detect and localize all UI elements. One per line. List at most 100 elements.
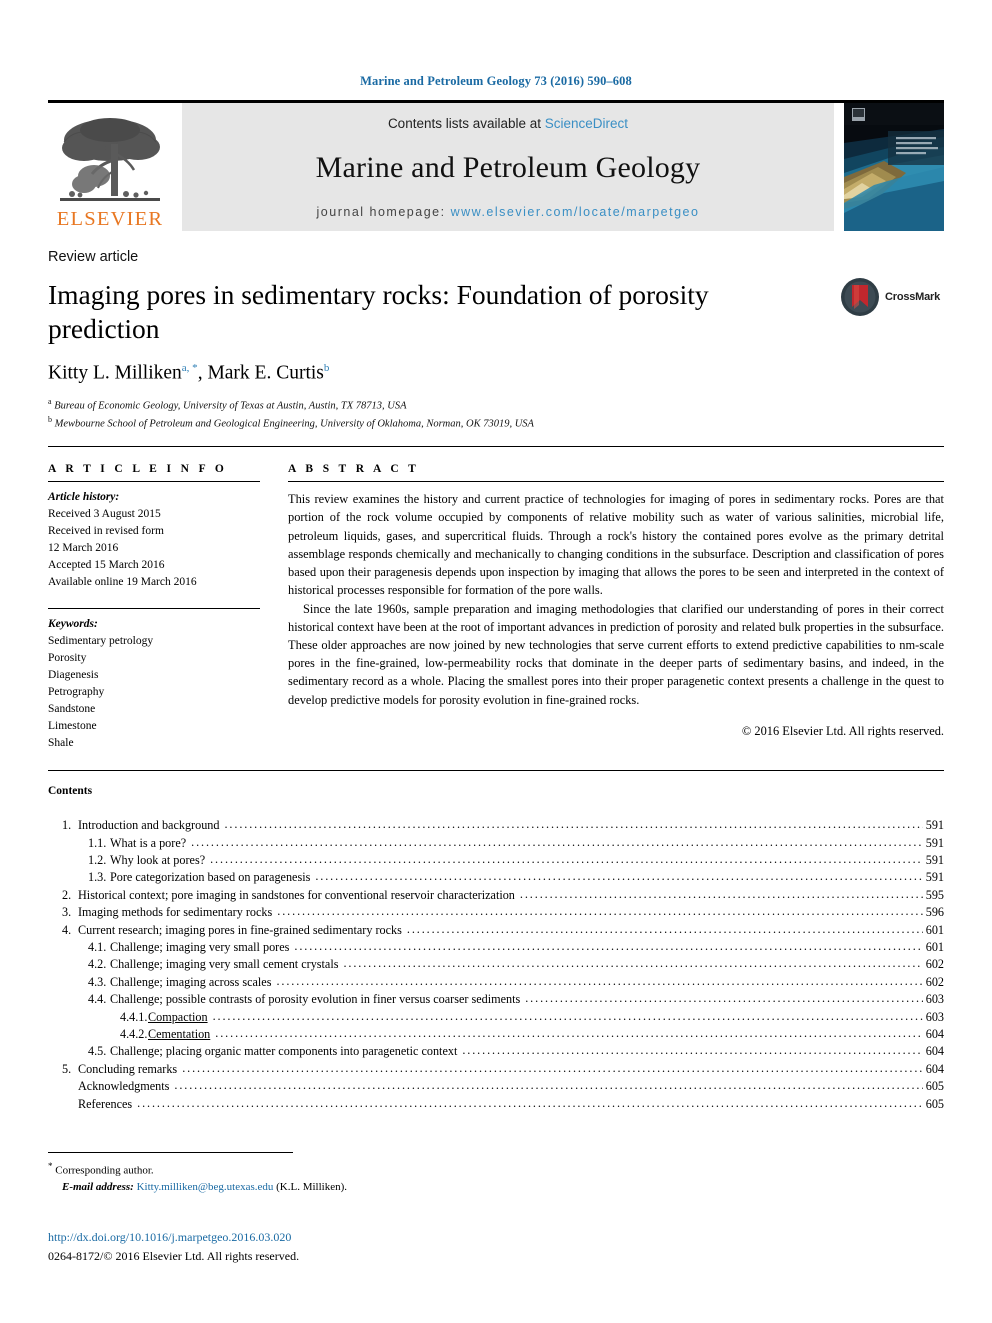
toc-entry-page: 601 [925,940,944,955]
toc-entry-label[interactable]: Compaction [148,1010,213,1022]
abstract-column: A B S T R A C T This review examines the… [288,463,944,752]
toc-leader-dots: ........................................… [525,992,922,1005]
doi-link[interactable]: http://dx.doi.org/10.1016/j.marpetgeo.20… [48,1228,299,1247]
toc-entry[interactable]: 3. Imaging methods for sedimentary rocks.… [48,905,944,918]
toc-leader-dots: ........................................… [215,1027,923,1040]
toc-entry[interactable]: 4.4.1. Compaction........................… [48,1010,944,1023]
toc-entry[interactable]: 1.3. Pore categorization based on paragen… [48,870,944,885]
toc-entry-page: 605 [925,1096,944,1111]
toc-entry-label[interactable]: Cementation [148,1028,215,1040]
toc-entry-page: 604 [925,1061,944,1076]
toc-entry-label: Acknowledgments [78,1079,170,1094]
email-label: E-mail address: [62,1181,134,1194]
journal-banner: Contents lists available at ScienceDirec… [182,103,834,231]
toc-entry[interactable]: 1.2. Why look at pores?..................… [48,853,944,868]
toc-entry[interactable]: 4.4.2. Cementation.......................… [48,1027,944,1041]
corresponding-author-note: * Corresponding author. [48,1160,668,1179]
history-item: Received 3 August 2015 [48,508,161,521]
history-item: 12 March 2016 [48,542,119,555]
toc-entry[interactable]: 1. Introduction and background...........… [48,818,944,833]
toc-entry-number: 1. [62,818,72,833]
toc-entry-number: 1.3. [88,870,107,885]
abstract-body: This review examines the history and cur… [288,482,944,740]
crossmark-badge[interactable]: CrossMark [840,277,944,317]
toc-leader-dots: ........................................… [406,922,923,935]
corresponding-author-text: Corresponding author. [55,1164,154,1177]
elsevier-wordmark: ELSEVIER [56,207,164,230]
toc-entry-page: 603 [925,992,944,1007]
email-link[interactable]: Kitty.milliken@beg.utexas.edu [137,1181,274,1193]
toc-leader-dots: ........................................… [182,1061,923,1074]
toc-leader-dots: ........................................… [315,870,923,883]
contents-heading: Contents [48,785,93,798]
toc-leader-dots: ........................................… [462,1044,923,1057]
toc-entry-number: 4.4.2. [120,1027,148,1041]
toc-entry-number: 1.2. [88,853,107,868]
elsevier-tree-icon [54,114,166,210]
toc-entry-page: 604 [925,1027,944,1041]
asterisk-icon: * [48,1161,53,1171]
toc-leader-dots: ........................................… [224,818,922,831]
title-block: Imaging pores in sedimentary rocks: Foun… [48,265,944,432]
footnotes: * Corresponding author. E-mail address: … [48,1160,668,1196]
toc-entry[interactable]: References..............................… [48,1096,944,1111]
toc-entry-page: 591 [925,853,944,868]
journal-title: Marine and Petroleum Geology [315,151,701,184]
abstract-copyright: © 2016 Elsevier Ltd. All rights reserved… [741,723,944,738]
toc-entry-number: 4. [62,922,72,937]
doi-block: http://dx.doi.org/10.1016/j.marpetgeo.20… [48,1228,299,1265]
toc-entry-page: 591 [925,870,944,885]
article-info-column: A R T I C L E I N F O Article history: R… [48,463,288,752]
crossmark-icon [841,278,879,316]
toc-entry-label: Challenge; placing organic matter compon… [110,1044,458,1059]
contents-lists-line: Contents lists available at ScienceDirec… [388,116,628,131]
toc-entry-page: 591 [925,835,944,850]
toc-leader-dots: ........................................… [343,957,923,970]
toc-entry[interactable]: Acknowledgments.........................… [48,1079,944,1094]
article-first-page: Marine and Petroleum Geology 73 (2016) 5… [0,0,992,1323]
keywords-block: Keywords: Sedimentary petrology Porosity… [48,609,260,752]
history-item: Available online 19 March 2016 [48,576,197,589]
toc-leader-dots: ........................................… [174,1079,922,1092]
journal-homepage-url[interactable]: www.elsevier.com/locate/marpetgeo [451,205,700,219]
toc-entry[interactable]: 1.1. What is a pore?.....................… [48,835,944,850]
affiliations: a Bureau of Economic Geology, University… [48,396,824,433]
toc-entry-number: 4.1. [88,940,107,955]
toc-entry-number: 4.2. [88,957,107,972]
toc-entry[interactable]: 5. Concluding remarks....................… [48,1061,944,1076]
toc-leader-dots: ........................................… [191,835,923,848]
page-title: Imaging pores in sedimentary rocks: Foun… [48,279,709,344]
toc-entry-label: Pore categorization based on paragenesis [110,870,311,885]
author-affiliation-marks: b [323,362,330,375]
toc-entry[interactable]: 4.3. Challenge; imaging across scales....… [48,974,944,988]
toc-leader-dots: ........................................… [276,974,922,988]
article-history: Article history: Received 3 August 2015 … [48,482,260,591]
crossmark-label: CrossMark [885,291,941,303]
affiliation-mark: a [48,396,52,406]
toc-entry[interactable]: 4. Current research; imaging pores in fin… [48,922,944,937]
journal-homepage-label: journal homepage: [316,205,451,219]
toc-entry[interactable]: 4.2. Challenge; imaging very small cement… [48,957,944,972]
affiliation-text: Bureau of Economic Geology, University o… [54,400,407,412]
keyword-item: Shale [48,737,74,750]
toc-leader-dots: ........................................… [294,940,923,953]
toc-entry[interactable]: 2. Historical context; pore imaging in sa… [48,887,944,902]
table-of-contents: 1. Introduction and background...........… [48,818,944,1111]
author-affiliation-marks: a, * [181,362,198,375]
article-type: Review article [48,249,139,265]
affiliation-mark: b [48,414,52,424]
toc-entry-page: 591 [925,818,944,833]
toc-entry[interactable]: 4.5. Challenge; placing organic matter co… [48,1044,944,1059]
abstract-paragraph: Since the late 1960s, sample preparation… [288,601,944,707]
footnote-rule [48,1152,293,1153]
elsevier-logo: ELSEVIER [48,103,172,231]
sciencedirect-link[interactable]: ScienceDirect [545,116,628,131]
toc-entry[interactable]: 4.1. Challenge; imaging very small pores.… [48,940,944,955]
toc-entry-page: 604 [925,1044,944,1059]
toc-leader-dots: ........................................… [210,853,923,866]
journal-masthead: ELSEVIER Contents lists available at Sci… [48,100,944,231]
journal-cover-thumbnail [844,103,944,231]
article-history-label: Article history: [48,491,120,504]
toc-entry-label: Historical context; pore imaging in sand… [78,887,515,902]
toc-entry[interactable]: 4.4. Challenge; possible contrasts of por… [48,992,944,1007]
